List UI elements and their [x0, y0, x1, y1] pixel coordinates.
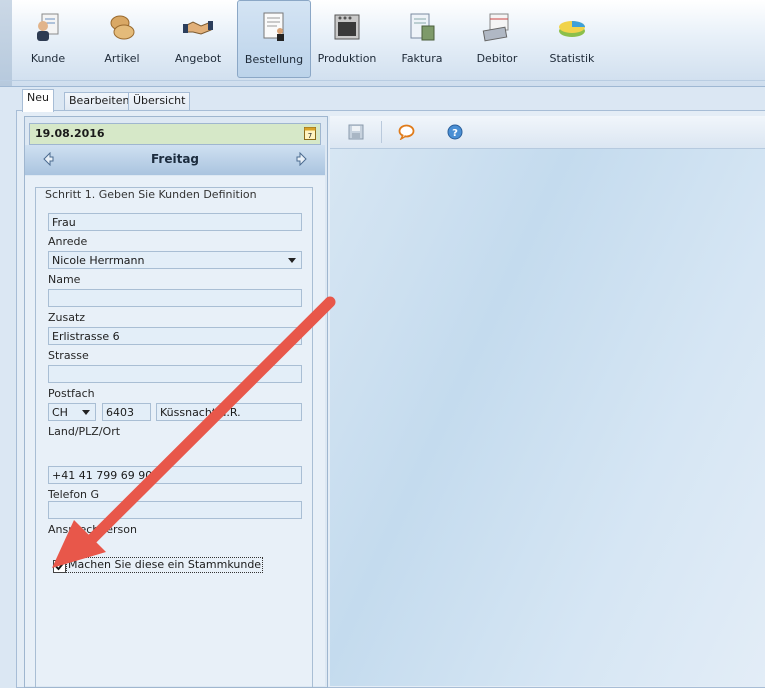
zusatz-field[interactable] [48, 289, 302, 307]
help-icon[interactable]: ? [447, 124, 463, 140]
date-value: 19.08.2016 [35, 127, 105, 140]
location-label: Land/PLZ/Ort [48, 425, 121, 438]
name-select[interactable]: Nicole Herrmann [48, 251, 302, 269]
toolbar-divider [0, 80, 765, 81]
save-icon[interactable] [348, 124, 364, 140]
telefon-field[interactable]: +41 41 799 69 90 [48, 466, 302, 484]
handshake-icon [183, 21, 213, 35]
name-select-value: Nicole Herrmann [52, 254, 145, 267]
group-legend: Schritt 1. Geben Sie Kunden Definition [42, 188, 260, 201]
stammkunde-label[interactable]: Machen Sie diese ein Stammkunde [66, 557, 264, 573]
anrede-field[interactable]: Frau [48, 213, 302, 231]
toolbar-left-edge [0, 0, 12, 86]
strasse-field[interactable]: Erlistrasse 6 [48, 327, 302, 345]
tab-uebersicht[interactable]: Übersicht [128, 92, 191, 111]
toolbar-kunde-button[interactable]: Kunde [12, 2, 84, 78]
weekday-label: Freitag [150, 152, 200, 166]
article-icon [110, 15, 135, 40]
toolbar-separator [381, 121, 382, 143]
anrede-label: Anrede [48, 235, 88, 248]
svg-text:7: 7 [308, 132, 312, 140]
customer-icon [37, 13, 59, 41]
ansprechperson-field[interactable] [48, 501, 302, 519]
toolbar-statistik-button[interactable]: Statistik [536, 2, 608, 78]
date-picker[interactable]: 19.08.2016 7 [29, 123, 321, 145]
postfach-field[interactable] [48, 365, 302, 383]
detail-canvas [330, 149, 765, 686]
ansprechperson-label: Ansprechperson [48, 523, 137, 536]
toolbar-debitor-label: Debitor [476, 52, 518, 65]
toolbar-bestellung-button[interactable]: Bestellung [237, 0, 311, 78]
tab-bearbeiten[interactable]: Bearbeiten [64, 92, 135, 111]
plz-field[interactable]: 6403 [102, 403, 151, 421]
toolbar-produktion-label: Produktion [317, 52, 377, 65]
tab-row: Neu Bearbeiten Übersicht [0, 86, 765, 112]
toolbar-artikel-button[interactable]: Artikel [86, 2, 158, 78]
country-select[interactable]: CH [48, 403, 96, 421]
tab-neu[interactable]: Neu [22, 89, 54, 112]
calendar-icon[interactable]: 7 [304, 126, 316, 140]
toolbar-kunde-label: Kunde [30, 52, 66, 65]
postfach-label: Postfach [48, 387, 95, 400]
telefon-label: Telefon G [48, 488, 100, 501]
toolbar-faktura-label: Faktura [401, 52, 443, 65]
chevron-down-icon[interactable] [288, 258, 296, 263]
toolbar-produktion-button[interactable]: Produktion [311, 2, 383, 78]
zusatz-label: Zusatz [48, 311, 86, 324]
toolbar-debitor-button[interactable]: Debitor [461, 2, 533, 78]
toolbar-statistik-label: Statistik [549, 52, 595, 65]
toolbar-bestellung-label: Bestellung [244, 53, 304, 66]
name-label: Name [48, 273, 81, 286]
pie-chart-icon [559, 21, 585, 37]
ort-field[interactable]: Küssnacht a.R. [156, 403, 302, 421]
invoice-calculator-icon [410, 13, 435, 41]
country-select-value: CH [52, 406, 68, 419]
comment-icon[interactable] [398, 124, 415, 140]
stammkunde-checkbox[interactable] [53, 560, 66, 573]
toolbar-artikel-label: Artikel [104, 52, 140, 65]
checkmark-icon [55, 562, 64, 571]
toolbar-faktura-button[interactable]: Faktura [386, 2, 458, 78]
oven-icon [334, 14, 360, 40]
order-document-icon [263, 12, 284, 41]
toolbar-angebot-button[interactable]: Angebot [162, 2, 234, 78]
svg-text:?: ? [452, 128, 458, 139]
detail-toolbar: ? [330, 116, 765, 149]
chevron-down-icon[interactable] [82, 410, 90, 415]
next-day-icon[interactable] [295, 152, 309, 166]
strasse-label: Strasse [48, 349, 89, 362]
toolbar-angebot-label: Angebot [174, 52, 222, 65]
main-toolbar: Kunde Artikel Angebot Bestellung Produkt… [0, 0, 765, 87]
calendar-keyboard-icon [482, 13, 509, 42]
weekday-bar: Freitag [25, 145, 325, 175]
